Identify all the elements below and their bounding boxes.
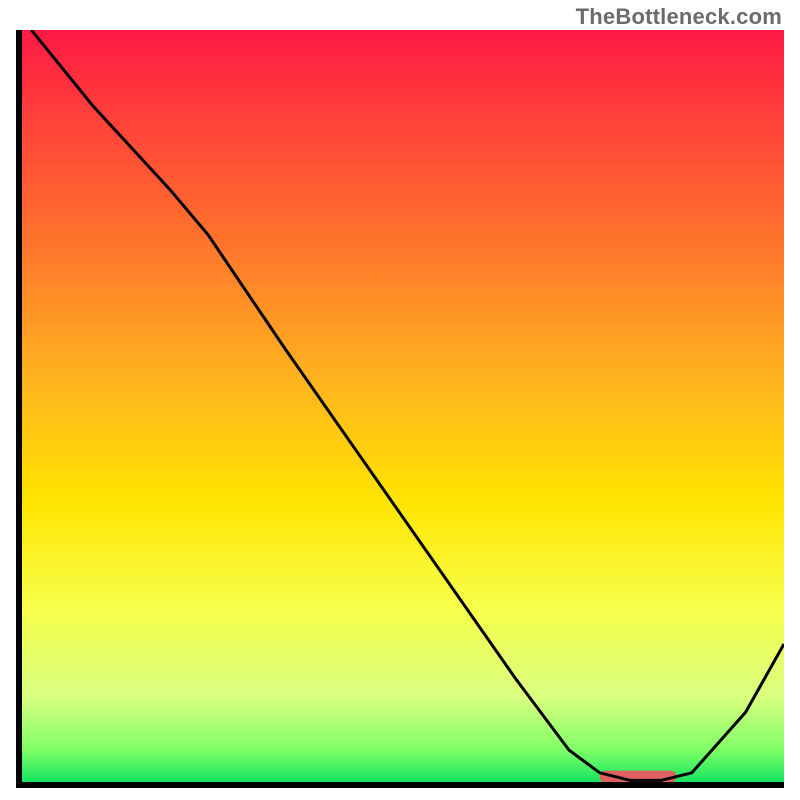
chart-frame [16, 30, 784, 788]
chart-background [16, 30, 784, 788]
watermark-text: TheBottleneck.com [576, 4, 782, 30]
chart-svg [16, 30, 784, 788]
